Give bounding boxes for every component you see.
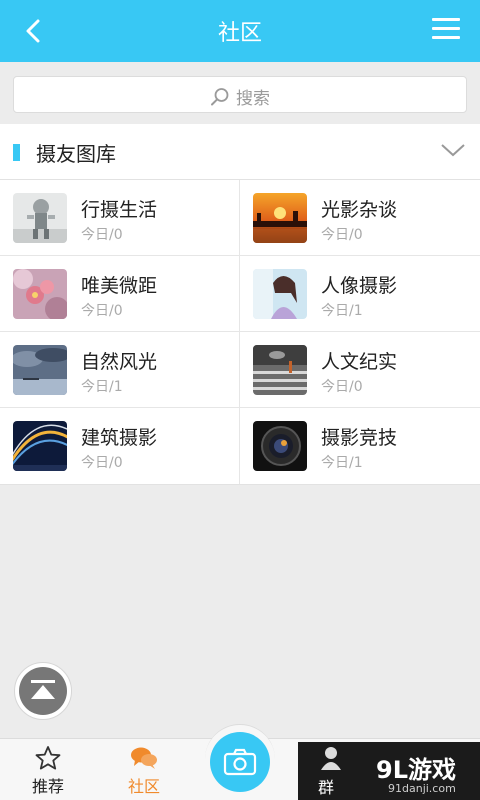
cloudy-lake-photo-thumbnail [13,345,67,395]
board-row: 唯美微距 今日/0 人像摄影 今日/1 [0,256,480,332]
tab-label: 社区 [127,777,160,796]
board-today-count: 今日/0 [321,227,363,243]
group-icon [321,747,341,770]
robot-photo-thumbnail [13,193,67,243]
board-row: 自然风光 今日/1 人文纪实 今日/0 [0,332,480,408]
sunset-photo-thumbnail [253,193,307,243]
board-today-count: 今日/1 [321,303,363,319]
top-bar: 社区 [0,0,480,62]
board-today-count: 今日/0 [81,303,123,319]
board-name: 摄影竞技 [321,427,398,449]
chevron-down-icon[interactable] [440,140,466,160]
tab-community[interactable]: 社区 [96,739,192,800]
section-accent-bar [13,144,20,161]
board-row: 行摄生活 今日/0 光影杂谈 今日/0 [0,180,480,256]
camera-button-circle [210,732,270,792]
board-name: 人文纪实 [321,351,398,373]
section-title: 摄友图库 [36,142,116,166]
board-grid: 行摄生活 今日/0 光影杂谈 今日/0 唯美微距 今日/0 人像摄影 今日/1 … [0,180,480,485]
camera-button[interactable] [205,724,275,800]
board-item[interactable]: 行摄生活 今日/0 [0,180,240,256]
board-today-count: 今日/0 [81,455,123,471]
board-item[interactable]: 唯美微距 今日/0 [0,256,240,332]
star-icon [35,746,61,770]
street-photo-thumbnail [253,345,307,395]
portrait-photo-thumbnail [253,269,307,319]
tab-label: 推荐 [31,777,64,796]
watermark-site: 91danji.com [388,782,456,795]
architecture-photo-thumbnail [13,421,67,471]
camera-icon [223,748,257,776]
search-input[interactable]: 搜索 [13,76,467,113]
board-name: 人像摄影 [321,275,398,297]
watermark-logo: 9L游戏 [376,756,456,784]
board-item[interactable]: 人文纪实 今日/0 [240,332,480,408]
board-name: 建筑摄影 [81,427,158,449]
arrow-to-top-icon [31,680,55,699]
board-row: 建筑摄影 今日/0 摄影竞技 今日/1 [0,408,480,484]
board-item[interactable]: 建筑摄影 今日/0 [0,408,240,484]
flower-macro-photo-thumbnail [13,269,67,319]
section-header[interactable]: 摄友图库 [0,124,480,180]
watermark: 群 9L游戏 91danji.com [298,742,480,800]
board-today-count: 今日/1 [81,379,123,395]
board-name: 行摄生活 [81,199,158,221]
search-placeholder: 搜索 [236,89,270,109]
board-name: 唯美微距 [81,275,158,297]
menu-icon[interactable] [432,18,460,40]
page-title: 社区 [217,21,262,46]
board-name: 光影杂谈 [321,199,398,221]
search-area: 搜索 [0,62,480,124]
tab-label: 群 [318,778,335,797]
camera-lens-photo-thumbnail [253,421,307,471]
board-item[interactable]: 光影杂谈 今日/0 [240,180,480,256]
tab-recommend[interactable]: 推荐 [0,739,96,800]
board-item[interactable]: 自然风光 今日/1 [0,332,240,408]
board-item[interactable]: 人像摄影 今日/1 [240,256,480,332]
board-today-count: 今日/0 [81,227,123,243]
search-icon [211,88,229,106]
chat-bubbles-icon [131,747,157,769]
scroll-to-top-button[interactable] [14,662,72,720]
board-today-count: 今日/1 [321,455,363,471]
board-today-count: 今日/0 [321,379,363,395]
board-name: 自然风光 [81,351,158,373]
board-item[interactable]: 摄影竞技 今日/1 [240,408,480,484]
